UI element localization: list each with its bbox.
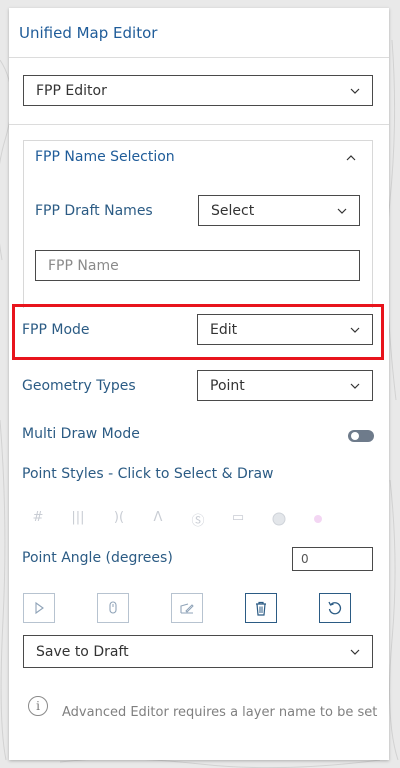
multi-draw-mode-label: Multi Draw Mode [22,426,140,442]
touch-tool-button[interactable] [97,593,129,623]
chevron-down-icon [350,383,360,389]
fpp-mode-select[interactable]: Edit [197,314,373,345]
bars-style-icon[interactable]: ||| [68,510,88,525]
toggle-knob [351,432,359,440]
fpp-draft-names-label: FPP Draft Names [35,203,153,219]
reset-tool-button[interactable] [319,593,351,623]
editor-select[interactable]: FPP Editor [23,75,373,106]
select-tool-button[interactable] [23,593,55,623]
undo-icon [328,601,342,615]
trash-icon [256,601,266,616]
save-mode-value: Save to Draft [36,643,129,660]
geometry-types-select[interactable]: Point [197,370,373,401]
triangle-style-icon[interactable]: Λ [148,510,168,525]
delete-tool-button[interactable] [245,593,277,623]
point-styles-label: Point Styles - Click to Select & Draw [22,466,274,482]
fpp-mode-label: FPP Mode [22,322,90,338]
edit-shape-icon [180,603,194,614]
mouse-icon [109,601,117,614]
panel-title: Unified Map Editor [9,8,389,58]
brackets-style-icon[interactable]: )( [109,510,129,525]
edit-vertices-tool-button[interactable] [171,593,203,623]
info-message: Advanced Editor requires a layer name to… [62,705,378,720]
fpp-name-input[interactable]: FPP Name [35,250,360,281]
dot-style-icon[interactable] [313,514,323,524]
circle-style-icon[interactable] [272,512,286,526]
divider [9,124,389,125]
editor-select-value: FPP Editor [36,82,107,99]
fpp-name-selection-card: FPP Name Selection FPP Draft Names Selec… [23,140,373,308]
chevron-up-icon[interactable] [346,153,356,163]
fpp-draft-names-select[interactable]: Select [198,195,360,226]
fpp-draft-names-value: Select [211,202,255,219]
geometry-types-label: Geometry Types [22,378,136,394]
rectangle-style-icon[interactable]: ▭ [228,510,248,525]
point-angle-label: Point Angle (degrees) [22,550,173,566]
point-angle-input[interactable]: 0 [292,547,373,571]
multi-draw-mode-toggle[interactable] [348,430,374,442]
point-angle-value: 0 [301,552,309,566]
chevron-down-icon [350,88,360,94]
chevron-down-icon [337,208,347,214]
fpp-name-selection-title: FPP Name Selection [35,149,175,165]
s-circle-style-icon[interactable]: Ⓢ [188,510,208,529]
fpp-name-placeholder: FPP Name [48,257,119,274]
info-icon: i [28,696,48,716]
fpp-mode-value: Edit [210,321,238,338]
chevron-down-icon [350,649,360,655]
geometry-types-value: Point [210,377,245,394]
chevron-down-icon [350,327,360,333]
save-mode-select[interactable]: Save to Draft [23,635,373,668]
cursor-icon [35,601,44,615]
editor-panel: Unified Map Editor FPP Editor FPP Name S… [9,8,389,760]
hash-style-icon[interactable]: # [28,510,48,525]
